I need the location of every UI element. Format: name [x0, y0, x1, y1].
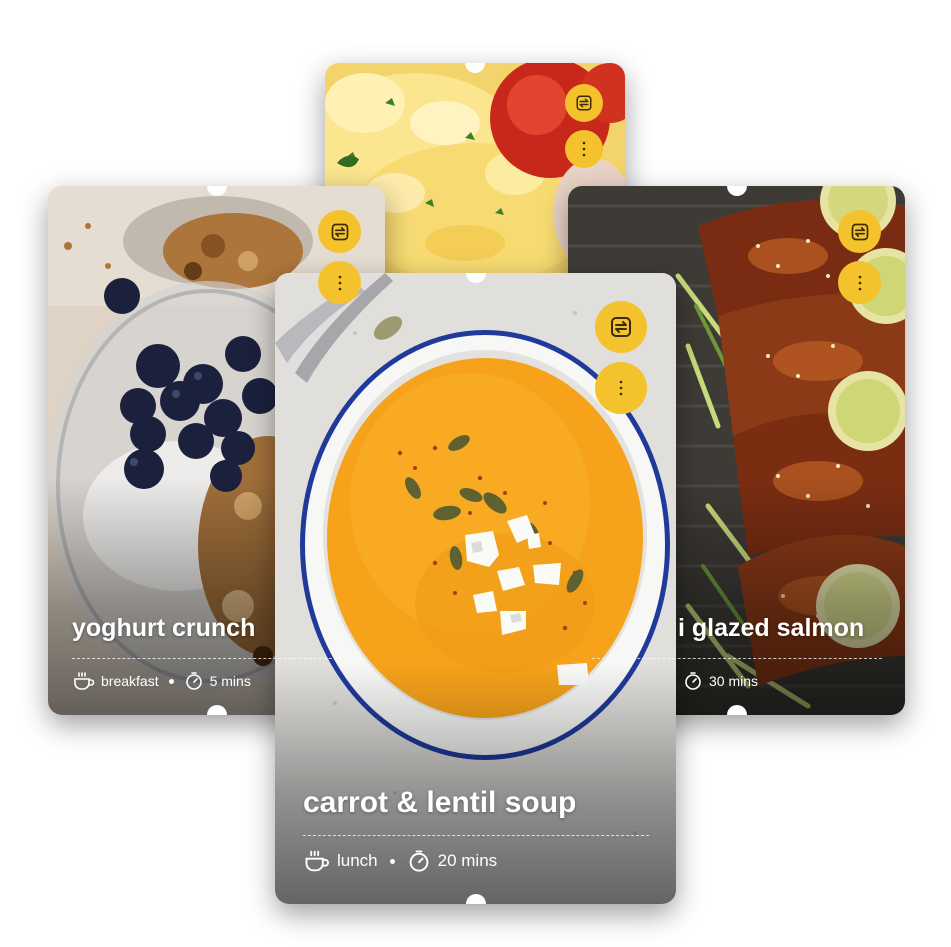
recipe-card-carrot-lentil-soup[interactable]: carrot & lentil soup lunch 20 mins	[275, 273, 676, 904]
more-vertical-icon	[858, 275, 861, 290]
time-label: 20 mins	[437, 851, 498, 870]
more-vertical-icon	[338, 275, 341, 290]
timer-icon	[185, 672, 202, 690]
recipe-title: i glazed salmon	[678, 614, 865, 642]
swap-arrows-icon	[331, 223, 348, 240]
recipe-meta: 30 mins	[683, 671, 758, 691]
swap-recipe-button[interactable]	[565, 84, 603, 122]
time-label: 5 mins	[209, 673, 251, 689]
timer-icon	[409, 850, 429, 872]
more-options-button[interactable]	[318, 261, 361, 304]
time-label: 30 mins	[709, 673, 759, 689]
swap-recipe-button[interactable]	[595, 301, 647, 353]
recipe-title: carrot & lentil soup	[303, 786, 577, 819]
meta-separator	[168, 678, 174, 684]
timer-icon	[685, 672, 701, 690]
swap-recipe-button[interactable]	[318, 210, 361, 253]
recipe-title: yoghurt crunch	[72, 614, 256, 642]
more-options-button[interactable]	[838, 261, 881, 304]
cup-icon	[305, 850, 329, 872]
recipe-meta: lunch 20 mins	[303, 849, 497, 873]
more-options-button[interactable]	[595, 362, 647, 414]
more-vertical-icon	[582, 141, 586, 157]
swap-recipe-button[interactable]	[838, 210, 881, 253]
meal-label: breakfast	[101, 673, 159, 689]
swap-arrows-icon	[576, 95, 592, 111]
title-divider	[592, 658, 882, 659]
meal-label: lunch	[337, 851, 378, 870]
meta-separator	[389, 858, 395, 864]
swap-arrows-icon	[611, 317, 631, 337]
swap-arrows-icon	[851, 223, 868, 240]
recipe-meta: breakfast 5 mins	[72, 671, 251, 691]
more-vertical-icon	[619, 380, 623, 396]
title-divider	[303, 835, 649, 836]
title-divider	[72, 658, 362, 659]
more-options-button[interactable]	[565, 130, 603, 168]
cup-icon	[74, 672, 95, 690]
